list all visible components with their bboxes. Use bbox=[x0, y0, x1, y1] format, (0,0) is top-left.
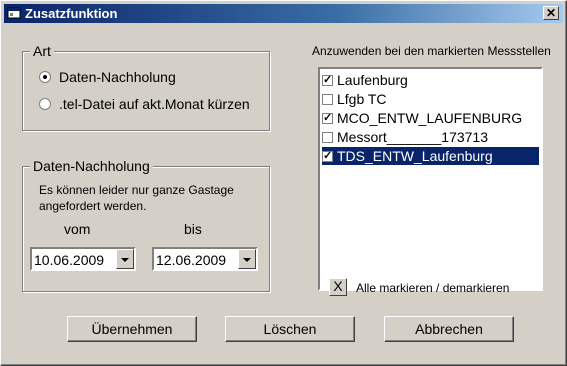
list-item-label: Messort_______173713 bbox=[337, 129, 489, 145]
title-bar[interactable]: Zusatzfunktion ✕ bbox=[4, 4, 563, 23]
list-item[interactable]: Lfgb TC bbox=[322, 90, 539, 108]
art-group-label: Art bbox=[30, 43, 54, 59]
toggle-all-label: Alle markieren / demarkieren bbox=[356, 281, 510, 295]
checkbox-unchecked-icon[interactable] bbox=[322, 131, 333, 143]
bis-date-combo[interactable]: 12.06.2009 bbox=[152, 247, 258, 271]
checkbox-checked-icon[interactable] bbox=[322, 111, 333, 124]
radio-daten-nachholung[interactable]: Daten-Nachholung bbox=[39, 69, 176, 85]
info-text-line2: angefordert werden. bbox=[39, 199, 147, 213]
checkbox-unchecked-icon[interactable] bbox=[322, 93, 333, 105]
radio-label-nachholung: Daten-Nachholung bbox=[59, 69, 176, 85]
cancel-button[interactable]: Abbrechen bbox=[384, 316, 514, 342]
messstellen-header: Anzuwenden bei den markierten Messstelle… bbox=[312, 44, 551, 58]
chevron-down-icon[interactable] bbox=[238, 249, 256, 269]
app-icon bbox=[7, 7, 21, 19]
art-group bbox=[22, 51, 270, 131]
dialog-window: Zusatzfunktion ✕ Art Daten-Nachholung .t… bbox=[0, 0, 567, 366]
chevron-down-icon[interactable] bbox=[116, 249, 134, 269]
toggle-all-button[interactable]: X bbox=[329, 278, 347, 296]
toggle-all-x: X bbox=[333, 278, 343, 294]
messstellen-listbox[interactable]: Laufenburg Lfgb TC MCO_ENTW_LAUFENBURG M… bbox=[318, 67, 543, 291]
bis-date-value: 12.06.2009 bbox=[156, 252, 227, 268]
checkbox-checked-icon[interactable] bbox=[322, 149, 333, 162]
bis-label: bis bbox=[184, 221, 202, 237]
checkbox-checked-icon[interactable] bbox=[322, 73, 333, 86]
info-text-line1: Es können leider nur ganze Gastage bbox=[39, 183, 234, 197]
list-item-label: Laufenburg bbox=[337, 72, 408, 88]
apply-button[interactable]: Übernehmen bbox=[67, 316, 197, 342]
vom-date-value: 10.06.2009 bbox=[34, 252, 105, 268]
list-item[interactable]: MCO_ENTW_LAUFENBURG bbox=[322, 109, 539, 127]
radio-unchecked-icon[interactable] bbox=[39, 98, 51, 110]
list-item-selected[interactable]: TDS_ENTW_Laufenburg bbox=[321, 146, 540, 166]
close-icon: ✕ bbox=[545, 6, 557, 20]
list-item-label: TDS_ENTW_Laufenburg bbox=[337, 148, 493, 164]
list-item[interactable]: Laufenburg bbox=[322, 71, 539, 89]
list-item-label: MCO_ENTW_LAUFENBURG bbox=[337, 110, 523, 126]
radio-checked-icon[interactable] bbox=[39, 71, 51, 83]
delete-button[interactable]: Löschen bbox=[225, 316, 355, 342]
radio-label-tel: .tel-Datei auf akt.Monat kürzen bbox=[59, 96, 250, 112]
close-button[interactable]: ✕ bbox=[543, 6, 559, 20]
vom-label: vom bbox=[64, 221, 91, 237]
radio-tel-kuerzen[interactable]: .tel-Datei auf akt.Monat kürzen bbox=[39, 96, 250, 112]
vom-date-combo[interactable]: 10.06.2009 bbox=[30, 247, 136, 271]
list-item-label: Lfgb TC bbox=[337, 91, 387, 107]
nachholung-group-label: Daten-Nachholung bbox=[30, 158, 153, 174]
list-item[interactable]: Messort_______173713 bbox=[322, 128, 539, 146]
window-title: Zusatzfunktion bbox=[25, 6, 118, 21]
